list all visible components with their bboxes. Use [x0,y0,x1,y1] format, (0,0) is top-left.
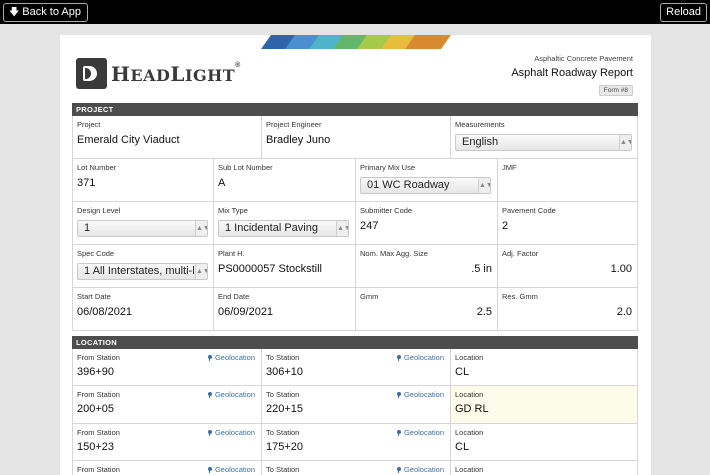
map-pin-icon [396,391,401,398]
location-cell[interactable]: Location GD RL [451,386,638,423]
measurements-cell: Measurements English ▲▼ [451,116,638,158]
project-cell[interactable]: Project Emerald City Viaduct [73,116,262,158]
nom-max-agg-size-cell[interactable]: Nom. Max Agg. Size .5 in [356,245,498,287]
mix-type-select[interactable]: 1 Incidental Paving ▲▼ [218,220,349,237]
document-subtitle: Asphaltic Concrete Pavement [534,54,633,63]
design-level-select[interactable]: 1 ▲▼ [77,220,208,237]
primary-mix-use-cell: Primary Mix Use 01 WC Roadway ▲▼ [356,159,498,201]
project-value: Emerald City Viaduct [77,134,180,146]
pavement-code-cell[interactable]: Pavement Code 2 [498,202,638,244]
to-station-cell[interactable]: To Station 175+20 Geolocation [262,424,451,460]
lot-row: Lot Number 371 Sub Lot Number A Primary … [73,159,638,202]
chevron-updown-icon: ▲▼ [195,264,207,279]
primary-mix-use-select[interactable]: 01 WC Roadway ▲▼ [360,177,491,194]
project-grid: Project Emerald City Viaduct Project Eng… [72,116,638,331]
geolocation-link[interactable]: Geolocation [396,353,444,362]
from-station-cell[interactable]: From Station Geolocation [73,461,262,475]
map-pin-icon [207,429,212,436]
to-station-cell[interactable]: To Station 306+10 Geolocation [262,349,451,385]
reload-button[interactable]: Reload [660,3,707,22]
headlight-logo: HEADLIGHT® [76,58,241,89]
sub-lot-number-cell[interactable]: Sub Lot Number A [214,159,356,201]
to-station-cell[interactable]: To Station 220+15 Geolocation [262,386,451,423]
from-station-cell[interactable]: From Station 150+23 Geolocation [73,424,262,460]
map-pin-icon [207,466,212,473]
color-stripes [256,35,451,49]
location-section-header: LOCATION [72,336,638,349]
location-grid: From Station 396+90 Geolocation To Stati… [72,349,638,475]
res-gmm-cell[interactable]: Res. Gmm 2.0 [498,288,638,330]
chevron-updown-icon: ▲▼ [195,221,207,236]
geolocation-link[interactable]: Geolocation [207,428,255,437]
geolocation-link[interactable]: Geolocation [396,428,444,437]
geolocation-link[interactable]: Geolocation [207,353,255,362]
submitter-code-cell[interactable]: Submitter Code 247 [356,202,498,244]
to-station-cell[interactable]: To Station Geolocation [262,461,451,475]
headlight-lamp-icon [76,58,107,89]
location-cell[interactable]: Location CL [451,349,638,385]
chevron-updown-icon: ▲▼ [336,221,348,236]
jmf-cell[interactable]: JMF [498,159,638,201]
spec-code-cell: Spec Code 1 All Interstates, multi-l ▲▼ [73,245,214,287]
measurements-select[interactable]: English ▲▼ [455,134,632,151]
geolocation-link[interactable]: Geolocation [396,465,444,474]
plant-cell[interactable]: Plant H. PS0000057 Stockstill [214,245,356,287]
location-row: From Station 150+23 Geolocation To Stati… [73,424,638,461]
spec-row: Spec Code 1 All Interstates, multi-l ▲▼ … [73,245,638,288]
map-pin-icon [396,429,401,436]
adj-factor-cell[interactable]: Adj. Factor 1.00 [498,245,638,287]
project-engineer-cell[interactable]: Project Engineer Bradley Juno [262,116,451,158]
gmm-cell[interactable]: Gmm 2.5 [356,288,498,330]
design-level-cell: Design Level 1 ▲▼ [73,202,214,244]
form-badge: Form #8 [598,85,633,96]
map-pin-icon [396,466,401,473]
document-header: Asphaltic Concrete Pavement Asphalt Road… [511,54,633,97]
location-row: From Station 200+05 Geolocation To Stati… [73,386,638,424]
geolocation-link[interactable]: Geolocation [396,390,444,399]
map-pin-icon [207,391,212,398]
report-paper: HEADLIGHT® Asphaltic Concrete Pavement A… [60,35,651,475]
document-title: Asphalt Roadway Report [511,67,633,79]
project-row: Project Emerald City Viaduct Project Eng… [73,116,638,159]
location-cell[interactable]: Location [451,461,638,475]
map-pin-icon [207,354,212,361]
start-date-cell[interactable]: Start Date 06/08/2021 [73,288,214,330]
mix-type-cell: Mix Type 1 Incidental Paving ▲▼ [214,202,356,244]
location-row: From Station 396+90 Geolocation To Stati… [73,349,638,386]
spec-code-select[interactable]: 1 All Interstates, multi-l ▲▼ [77,263,208,280]
chevron-updown-icon: ▲▼ [478,178,490,193]
back-to-app-label: Back to App [22,6,81,18]
location-row: From Station Geolocation To Station Geol… [73,461,638,475]
stripe [405,35,451,49]
map-pin-icon [396,354,401,361]
date-row: Start Date 06/08/2021 End Date 06/09/202… [73,288,638,331]
from-station-cell[interactable]: From Station 200+05 Geolocation [73,386,262,423]
project-section-header: PROJECT [72,103,638,116]
top-bar: 🡇 Back to App Reload [0,0,710,24]
from-station-cell[interactable]: From Station 396+90 Geolocation [73,349,262,385]
project-engineer-value: Bradley Juno [266,134,331,146]
geolocation-link[interactable]: Geolocation [207,465,255,474]
chevron-updown-icon: ▲▼ [619,135,631,150]
design-row: Design Level 1 ▲▼ Mix Type 1 Incidental … [73,202,638,245]
arrow-down-icon: 🡇 [9,7,20,18]
back-to-app-button[interactable]: 🡇 Back to App [3,3,88,22]
location-cell[interactable]: Location CL [451,424,638,460]
geolocation-link[interactable]: Geolocation [207,390,255,399]
lot-number-cell[interactable]: Lot Number 371 [73,159,214,201]
end-date-cell[interactable]: End Date 06/09/2021 [214,288,356,330]
brand-name: HEADLIGHT® [111,61,241,86]
